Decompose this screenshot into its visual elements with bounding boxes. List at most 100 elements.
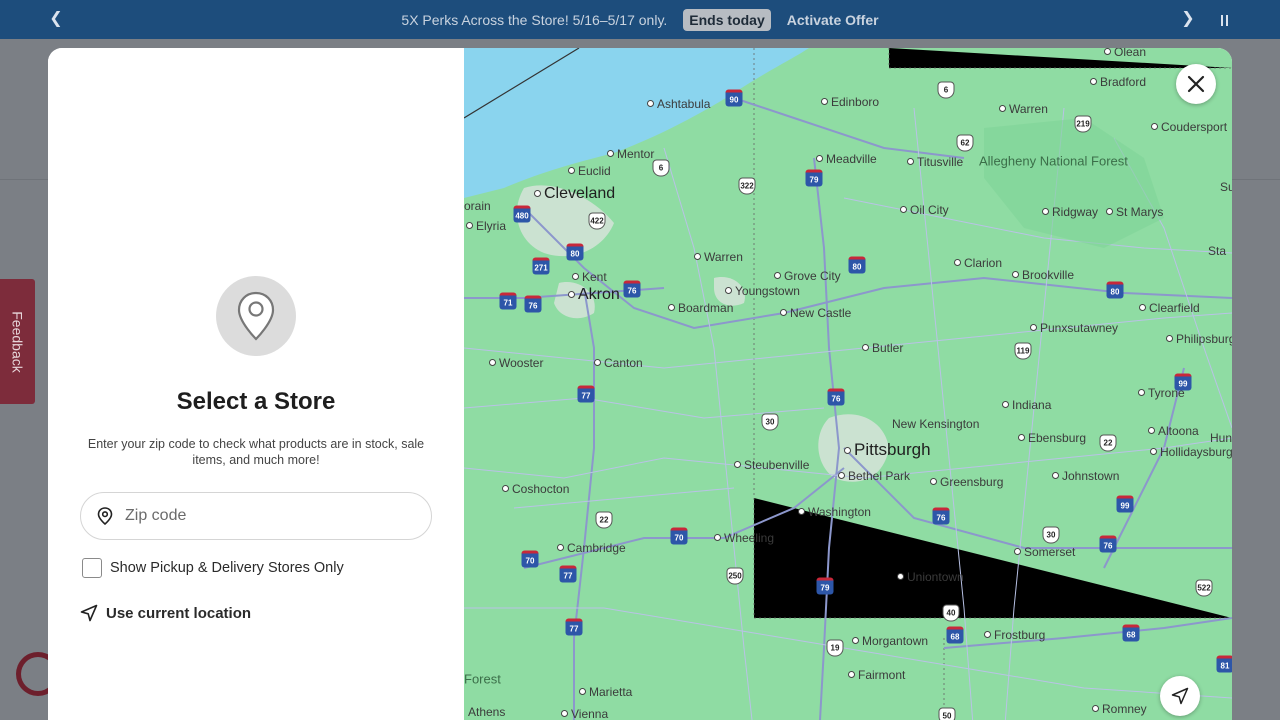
- map-label-morgantown: Morgantown: [852, 634, 928, 648]
- route-shield: 99: [1174, 373, 1192, 391]
- route-shield: 30: [1042, 526, 1060, 544]
- map-label-partial-hun: Hun: [1210, 431, 1232, 445]
- map-label-indiana: Indiana: [1002, 398, 1051, 412]
- map-label-johnstown: Johnstown: [1052, 469, 1119, 483]
- pickup-delivery-label[interactable]: Show Pickup & Delivery Stores Only: [110, 560, 344, 576]
- map-label-canton: Canton: [594, 356, 643, 370]
- map-label-elyria: Elyria: [466, 219, 506, 233]
- map-label-marietta: Marietta: [579, 685, 632, 699]
- map-label-clearfield: Clearfield: [1139, 301, 1200, 315]
- map-label-butler: Butler: [862, 341, 903, 355]
- map-label-warren-oh: Warren: [694, 250, 743, 264]
- map-label-cambridge: Cambridge: [557, 541, 626, 555]
- route-shield: 522: [1195, 579, 1213, 597]
- map-label-romney: Romney: [1092, 702, 1147, 716]
- route-shield: 322: [738, 177, 756, 195]
- map-label-euclid: Euclid: [568, 164, 611, 178]
- map-label-philipsburg: Philipsburg: [1166, 332, 1232, 346]
- route-shield: 77: [577, 385, 595, 403]
- zip-code-input[interactable]: [125, 507, 405, 525]
- route-shield: 22: [1099, 434, 1117, 452]
- route-shield: 71: [499, 292, 517, 310]
- promo-message: 5X Perks Across the Store! 5/16–5/17 onl…: [401, 11, 668, 28]
- map-label-brookville: Brookville: [1012, 268, 1074, 282]
- route-shield: 68: [1122, 624, 1140, 642]
- map-label-coshocton: Coshocton: [502, 482, 569, 496]
- map-label-youngstown: Youngstown: [725, 284, 800, 298]
- map-label-akron: Akron: [568, 286, 620, 304]
- pickup-delivery-checkbox[interactable]: [82, 558, 102, 578]
- map-label-bradford: Bradford: [1090, 75, 1146, 89]
- route-shield: 70: [670, 527, 688, 545]
- map-label-punxsutawney: Punxsutawney: [1030, 321, 1118, 335]
- close-modal-button[interactable]: [1176, 64, 1216, 104]
- activate-offer-link[interactable]: Activate Offer: [787, 12, 879, 28]
- map-label-new-kensington: New Kensington: [892, 417, 980, 431]
- route-shield: 6: [937, 81, 955, 99]
- select-store-modal: Select a Store Enter your zip code to ch…: [48, 48, 1232, 720]
- map-label-oil-city: Oil City: [900, 203, 949, 217]
- map-label-warren-pa: Warren: [999, 102, 1048, 116]
- map-label-ridgway: Ridgway: [1042, 205, 1098, 219]
- map-label-washington: Washington: [798, 505, 871, 519]
- map-label-somerset: Somerset: [1014, 545, 1075, 559]
- map-label-olean: Olean: [1104, 48, 1146, 59]
- map-label-hollidaysburg: Hollidaysburg: [1150, 445, 1232, 459]
- map-label-titusville: Titusville: [907, 155, 963, 169]
- map-label-grove-city: Grove City: [774, 269, 841, 283]
- route-shield: 80: [1106, 281, 1124, 299]
- map-label-bethel-park: Bethel Park: [838, 469, 910, 483]
- promo-next-icon[interactable]: ❯: [1178, 9, 1198, 29]
- map-label-allegheny-forest: Allegheny National Forest: [979, 153, 1128, 169]
- route-shield: 90: [725, 89, 743, 107]
- map-label-altoona: Altoona: [1148, 424, 1199, 438]
- route-shield: 77: [559, 565, 577, 583]
- route-shield: 250: [726, 567, 744, 585]
- store-map[interactable]: Olean Bradford Ashtabula Edinboro Warren…: [464, 48, 1232, 720]
- map-label-partial-forest: Forest: [464, 671, 501, 687]
- route-shield: 6: [652, 159, 670, 177]
- map-locate-button[interactable]: [1160, 676, 1200, 716]
- map-label-vienna: Vienna: [561, 707, 608, 720]
- map-label-partial-sta: Sta: [1208, 244, 1227, 258]
- map-label-partial-su: Su: [1220, 180, 1232, 194]
- map-label-greensburg: Greensburg: [930, 475, 1003, 489]
- route-shield: 62: [956, 134, 974, 152]
- route-shield: 76: [932, 507, 950, 525]
- map-label-steubenville: Steubenville: [734, 458, 809, 472]
- use-current-location-button[interactable]: Use current location: [80, 604, 251, 622]
- route-shield: 80: [848, 256, 866, 274]
- map-label-wheeling: Wheeling: [714, 531, 774, 545]
- route-shield: 68: [946, 626, 964, 644]
- navigation-arrow-icon: [80, 604, 98, 622]
- map-label-st-marys: St Marys: [1106, 205, 1163, 219]
- map-label-partial-orain: orain: [464, 199, 491, 213]
- map-label-mentor: Mentor: [607, 147, 654, 161]
- feedback-tab[interactable]: Feedback: [0, 279, 35, 404]
- map-label-athens: Athens: [468, 705, 506, 719]
- route-shield: 271: [532, 257, 550, 275]
- route-shield: 76: [524, 295, 542, 313]
- promo-pause-icon[interactable]: [1214, 10, 1234, 30]
- store-search-panel: Select a Store Enter your zip code to ch…: [48, 48, 464, 720]
- map-label-new-castle: New Castle: [780, 306, 851, 320]
- route-shield: 22: [595, 511, 613, 529]
- route-shield: 81: [1216, 655, 1232, 673]
- map-label-ebensburg: Ebensburg: [1018, 431, 1086, 445]
- route-shield: 76: [1099, 535, 1117, 553]
- route-shield: 76: [623, 280, 641, 298]
- zip-field[interactable]: [80, 492, 432, 540]
- map-label-pittsburgh: Pittsburgh: [844, 440, 931, 460]
- route-shield: 219: [1074, 115, 1092, 133]
- map-label-clarion: Clarion: [954, 256, 1002, 270]
- map-label-fairmont: Fairmont: [848, 668, 905, 682]
- map-pin-icon: [97, 507, 113, 525]
- pickup-delivery-filter[interactable]: Show Pickup & Delivery Stores Only: [82, 558, 344, 578]
- map-label-edinboro: Edinboro: [821, 95, 879, 109]
- promo-prev-icon[interactable]: ❮: [46, 9, 66, 29]
- route-shield: 77: [565, 618, 583, 636]
- map-label-meadville: Meadville: [816, 152, 877, 166]
- route-shield: 76: [827, 388, 845, 406]
- route-shield: 119: [1014, 342, 1032, 360]
- navigation-arrow-icon: [1171, 687, 1189, 705]
